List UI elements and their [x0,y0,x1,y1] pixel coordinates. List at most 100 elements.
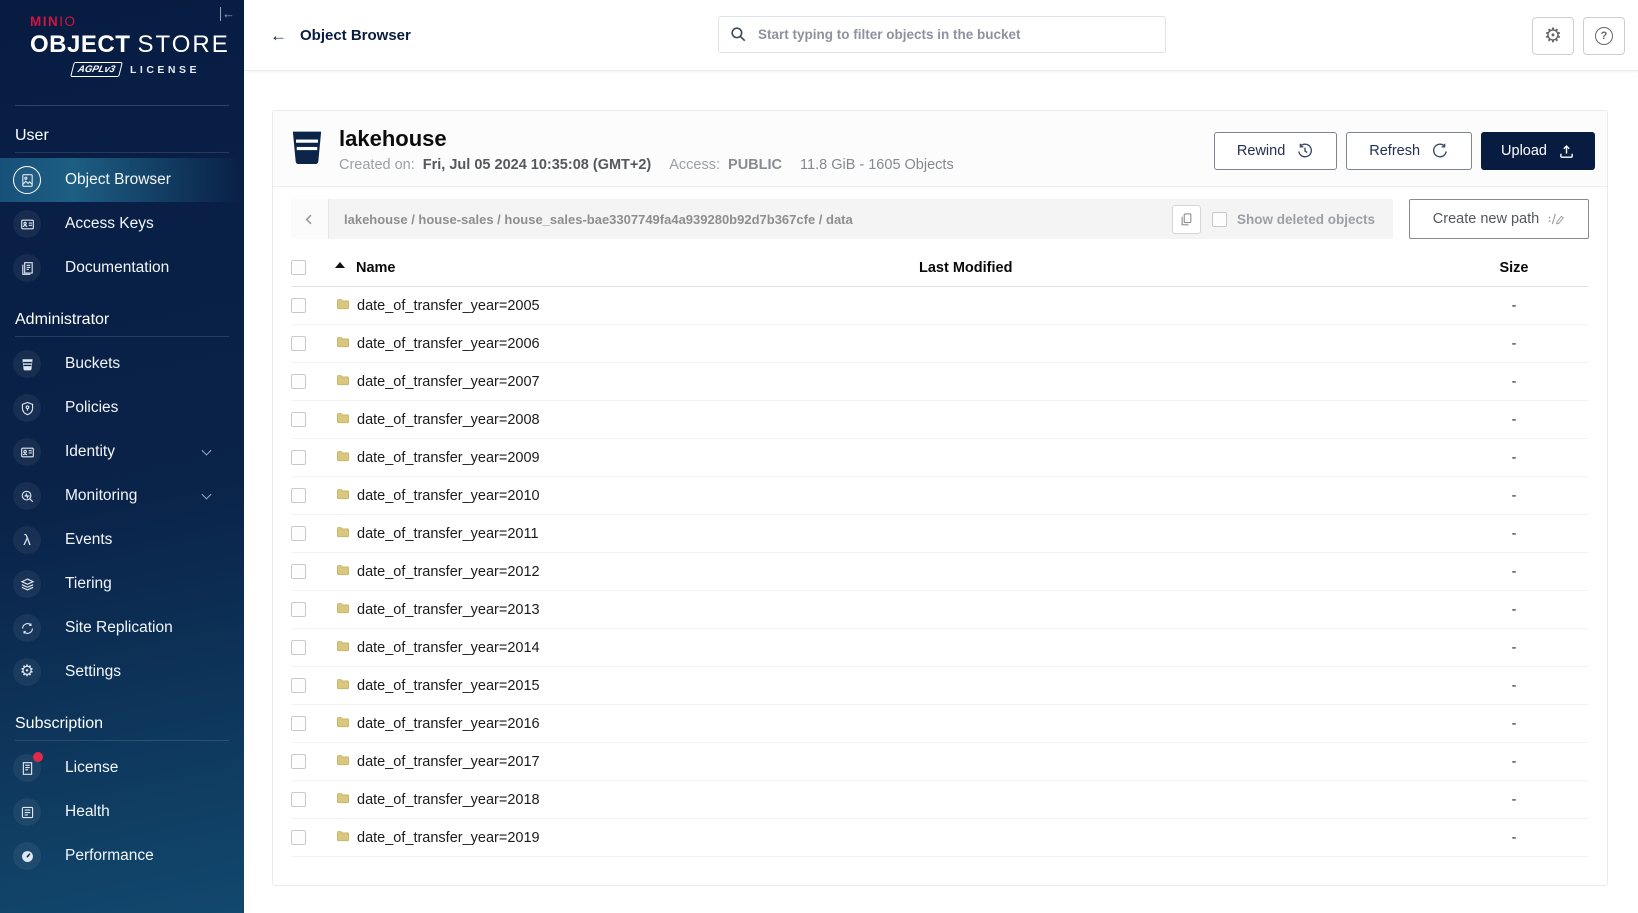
folder-icon [335,487,351,505]
path-toolbar: lakehouse / house-sales / house_sales-ba… [291,199,1589,239]
row-checkbox[interactable] [291,374,306,389]
folder-icon [335,563,351,581]
license-icon [13,754,41,782]
sidebar-item-health[interactable]: Health [0,790,244,834]
object-name[interactable]: date_of_transfer_year=2007 [357,374,540,390]
select-all-checkbox[interactable] [291,260,306,275]
table-row[interactable]: date_of_transfer_year=2017 - [291,743,1589,781]
sidebar-nav: UserObject BrowserAccess KeysDocumentati… [0,106,244,878]
object-size: - [1439,754,1589,770]
table-row[interactable]: date_of_transfer_year=2013- [291,591,1589,629]
sidebar-item-settings[interactable]: ⚙Settings [0,650,244,694]
row-checkbox[interactable] [291,450,306,465]
row-checkbox[interactable] [291,526,306,541]
folder-icon [335,373,351,391]
sidebar: ← MINIO OBJECT STORE AGPLv3 LICENSE User… [0,0,244,913]
upload-icon [1558,143,1575,160]
upload-button[interactable]: Upload [1481,132,1595,170]
sidebar-item-access-keys[interactable]: Access Keys [0,202,244,246]
row-checkbox[interactable] [291,640,306,655]
page-title: Object Browser [300,27,411,44]
table-row[interactable]: date_of_transfer_year=2019 - [291,819,1589,857]
table-row[interactable]: date_of_transfer_year=2015- [291,667,1589,705]
object-name[interactable]: date_of_transfer_year=2005 [357,298,540,314]
row-checkbox[interactable] [291,298,306,313]
copy-path-button[interactable] [1172,205,1201,234]
object-name[interactable]: date_of_transfer_year=2010 [357,488,540,504]
row-checkbox[interactable] [291,336,306,351]
row-checkbox[interactable] [291,488,306,503]
sidebar-item-events[interactable]: λEvents [0,518,244,562]
object-name[interactable]: date_of_transfer_year=2019 [357,830,540,846]
row-checkbox[interactable] [291,678,306,693]
table-row[interactable]: date_of_transfer_year=2009- [291,439,1589,477]
row-checkbox[interactable] [291,602,306,617]
row-checkbox[interactable] [291,412,306,427]
table-row[interactable]: date_of_transfer_year=2016- [291,705,1589,743]
object-name[interactable]: date_of_transfer_year=2014 [357,640,540,656]
breadcrumb[interactable]: lakehouse / house-sales / house_sales-ba… [344,212,1172,227]
object-name[interactable]: date_of_transfer_year=2008 [357,412,540,428]
object-name[interactable]: date_of_transfer_year=2013 [357,602,540,618]
object-name[interactable]: date_of_transfer_year=2012 [357,564,540,580]
create-new-path-button[interactable]: Create new path [1409,199,1589,239]
table-row[interactable]: date_of_transfer_year=2012- [291,553,1589,591]
table-row[interactable]: date_of_transfer_year=2018- [291,781,1589,819]
refresh-button[interactable]: Refresh [1346,132,1472,170]
object-name[interactable]: date_of_transfer_year=2015 [357,678,540,694]
object-name[interactable]: date_of_transfer_year=2016 [357,716,540,732]
chevron-down-icon[interactable] [202,490,212,500]
identity-icon [13,438,41,466]
sidebar-item-performance[interactable]: Performance [0,834,244,878]
object-name[interactable]: date_of_transfer_year=2006 [357,336,540,352]
object-name[interactable]: date_of_transfer_year=2009 [357,450,540,466]
sidebar-section-label-administrator: Administrator [0,290,244,336]
sidebar-item-buckets[interactable]: Buckets [0,342,244,386]
search-input[interactable] [718,16,1166,53]
sidebar-item-monitoring[interactable]: Monitoring [0,474,244,518]
sidebar-item-policies[interactable]: Policies [0,386,244,430]
object-size: - [1439,830,1589,846]
rewind-button[interactable]: Rewind [1214,132,1337,170]
documentation-icon [13,254,41,282]
object-size: - [1439,336,1589,352]
collapse-sidebar-icon[interactable]: ← [220,7,235,21]
table-row[interactable]: date_of_transfer_year=2005 - [291,287,1589,325]
row-checkbox[interactable] [291,830,306,845]
sidebar-item-license[interactable]: License [0,746,244,790]
folder-icon [335,791,351,809]
table-header-row: Name Last Modified Size [291,249,1589,287]
show-deleted-checkbox[interactable] [1212,212,1227,227]
object-size: - [1439,412,1589,428]
table-row[interactable]: date_of_transfer_year=2010- [291,477,1589,515]
bucket-header: lakehouse Created on: Fri, Jul 05 2024 1… [273,111,1607,187]
object-size: - [1439,298,1589,314]
table-row[interactable]: date_of_transfer_year=2014- [291,629,1589,667]
row-checkbox[interactable] [291,792,306,807]
object-name[interactable]: date_of_transfer_year=2011 [357,526,539,542]
back-button[interactable]: ← Object Browser [270,0,411,71]
row-checkbox[interactable] [291,716,306,731]
sidebar-item-site-replication[interactable]: Site Replication [0,606,244,650]
object-name[interactable]: date_of_transfer_year=2017 [357,754,540,770]
table-row[interactable]: date_of_transfer_year=2011- [291,515,1589,553]
sidebar-item-tiering[interactable]: Tiering [0,562,244,606]
table-row[interactable]: date_of_transfer_year=2007- [291,363,1589,401]
help-button[interactable]: ? [1583,17,1625,55]
column-header-name[interactable]: Name [335,260,919,276]
object-name[interactable]: date_of_transfer_year=2018 [357,792,540,808]
path-back-button[interactable] [291,199,329,239]
divider [15,336,229,337]
table-row[interactable]: date_of_transfer_year=2008 - [291,401,1589,439]
sort-asc-icon [335,262,345,268]
sidebar-item-identity[interactable]: Identity [0,430,244,474]
sidebar-item-documentation[interactable]: Documentation [0,246,244,290]
table-row[interactable]: date_of_transfer_year=2006 - [291,325,1589,363]
sidebar-item-object-browser[interactable]: Object Browser [0,158,244,202]
folder-icon [335,677,351,695]
access-value[interactable]: PUBLIC [728,157,782,173]
row-checkbox[interactable] [291,564,306,579]
row-checkbox[interactable] [291,754,306,769]
chevron-down-icon[interactable] [202,446,212,456]
settings-button[interactable]: ⚙ [1532,17,1574,55]
